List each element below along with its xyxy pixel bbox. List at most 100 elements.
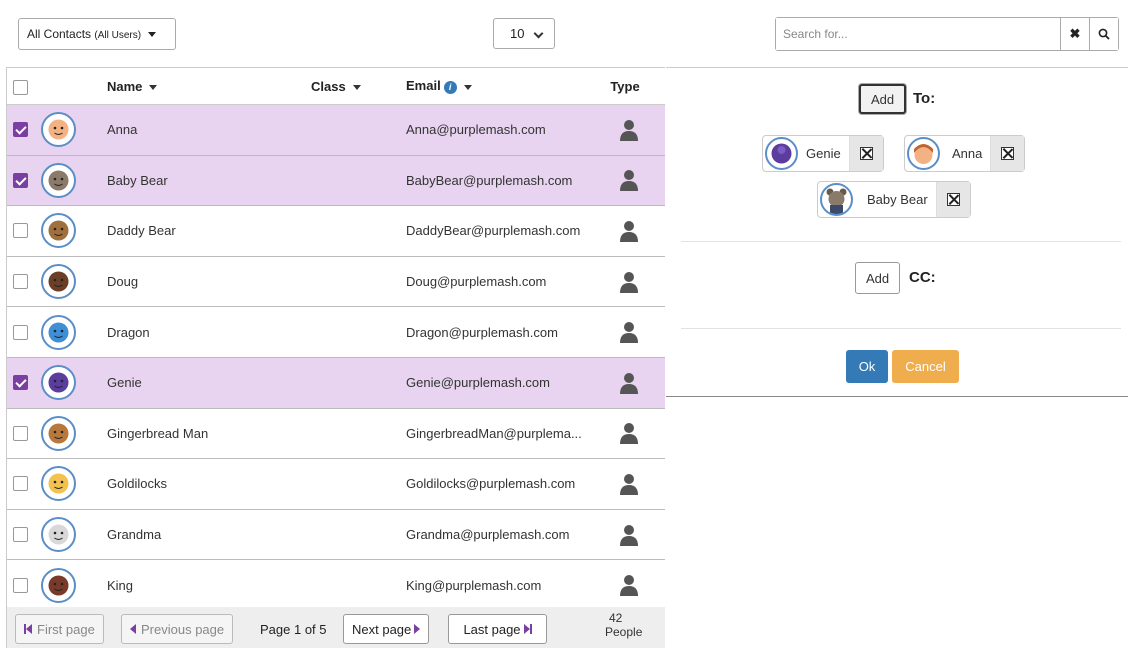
cancel-button[interactable]: Cancel (892, 350, 959, 383)
ok-button[interactable]: Ok (846, 350, 888, 383)
people-count: 42 People (605, 611, 642, 639)
table-body: Anna Anna@purplemash.com Baby Bear BabyBear… (7, 105, 665, 611)
person-icon (615, 321, 643, 344)
row-checkbox[interactable] (13, 172, 28, 188)
people-count-label: People (605, 625, 643, 639)
first-page-button[interactable]: First page (15, 614, 104, 644)
chip-label: Genie (806, 146, 841, 161)
remove-recipient-button[interactable] (935, 182, 970, 217)
avatar (765, 137, 798, 170)
table-row[interactable]: Genie Genie@purplemash.com (7, 357, 665, 409)
row-checkbox[interactable] (13, 274, 28, 290)
triangle-right-icon (414, 624, 421, 634)
avatar (820, 183, 853, 216)
person-icon (615, 271, 643, 293)
contact-email: GingerbreadMan@purplema... (406, 425, 582, 441)
row-checkbox[interactable] (13, 577, 28, 593)
person-icon (615, 169, 643, 192)
info-icon[interactable]: i (443, 80, 457, 94)
table-row[interactable]: King King@purplemash.com (7, 560, 665, 611)
class-column-header[interactable]: Class (311, 79, 361, 94)
boy-avatar (41, 264, 76, 300)
contact-name: Dragon (107, 324, 150, 340)
table-row[interactable]: Goldilocks Goldilocks@purplemash.com (7, 459, 665, 510)
row-checkbox[interactable] (13, 527, 28, 543)
contacts-filter-dropdown[interactable]: All Contacts (All Users) (18, 18, 176, 50)
next-page-button[interactable]: Next page (343, 614, 430, 644)
select-all-checkbox[interactable] (13, 80, 28, 95)
next-page-label: Next page (352, 621, 412, 637)
chip-label: Baby Bear (867, 192, 928, 207)
name-header-label: Name (107, 78, 143, 94)
table-row[interactable]: Doug Doug@purplemash.com (7, 256, 665, 308)
contact-name: Daddy Bear (107, 223, 176, 239)
search-button[interactable] (1089, 18, 1118, 50)
contact-email: Doug@purplemash.com (406, 274, 547, 290)
contact-name: Grandma (107, 527, 162, 543)
contact-name: Genie (107, 375, 142, 391)
table-row[interactable]: Daddy Bear DaddyBear@purplemash.com (7, 206, 665, 257)
table-row[interactable]: Gingerbread Man GingerbreadMan@purplema..… (7, 408, 665, 460)
grandma-avatar (41, 517, 76, 553)
to-label: To: (913, 90, 936, 107)
class-header-label: Class (311, 78, 346, 94)
table-row[interactable]: Grandma Grandma@purplemash.com (7, 509, 665, 561)
toolbar: All Contacts (All Users) 10 ✖ (0, 0, 1128, 66)
last-page-button[interactable]: Last page (448, 614, 547, 644)
table-row[interactable]: Dragon Dragon@purplemash.com (7, 307, 665, 358)
row-checkbox[interactable] (13, 122, 28, 138)
genie-avatar (41, 365, 76, 401)
contact-name: Goldilocks (107, 476, 167, 492)
triangle-left-icon (130, 624, 136, 634)
person-icon (615, 372, 643, 394)
cc-label: CC: (909, 269, 936, 286)
clear-search-button[interactable]: ✖ (1060, 18, 1089, 50)
row-checkbox[interactable] (13, 425, 28, 441)
table-row[interactable]: Anna Anna@purplemash.com (7, 105, 665, 156)
king-avatar (41, 567, 76, 603)
contacts-table: Name Class Email i Type Anna Anna@purplema… (6, 67, 665, 611)
first-page-label: First page (37, 621, 95, 637)
pagination-bar: First page Previous page Page 1 of 5 Nex… (6, 607, 665, 648)
remove-recipient-button[interactable] (848, 136, 883, 171)
remove-recipient-button[interactable] (990, 136, 1025, 171)
sort-caret-icon (463, 84, 472, 90)
search-input[interactable] (776, 18, 1060, 50)
recipients-panel: Add To: Genie Anna Baby Bear Add CC: Ok … (666, 67, 1128, 397)
table-row[interactable]: Baby Bear BabyBear@purplemash.com (7, 155, 665, 207)
page-size-value: 10 (510, 26, 525, 41)
last-page-icon (529, 624, 532, 634)
person-icon (615, 422, 643, 445)
name-column-header[interactable]: Name (107, 78, 158, 94)
last-page-label: Last page (463, 621, 521, 637)
email-column-header[interactable]: Email i (406, 78, 604, 94)
row-checkbox[interactable] (13, 476, 28, 492)
contact-email: Grandma@purplemash.com (406, 527, 570, 543)
search-icon (1098, 28, 1110, 40)
row-checkbox[interactable] (13, 223, 28, 239)
contact-name: Doug (107, 274, 139, 290)
dragon-avatar (41, 314, 76, 350)
girl-avatar (41, 112, 76, 148)
row-checkbox[interactable] (13, 324, 28, 340)
page-size-select[interactable]: 10 (493, 18, 555, 49)
type-column-header: Type (610, 78, 640, 94)
contact-name: Anna (107, 122, 138, 138)
bear-avatar (41, 162, 76, 198)
row-checkbox[interactable] (13, 375, 28, 391)
add-cc-button[interactable]: Add (855, 262, 901, 294)
contact-email: King@purplemash.com (406, 577, 542, 593)
table-header: Name Class Email i Type (7, 68, 665, 105)
triangle-left-icon (26, 624, 32, 634)
sort-caret-icon (149, 84, 158, 90)
page-status: Page 1 of 5 (260, 622, 327, 637)
email-header-label: Email (406, 78, 441, 94)
contact-email: Dragon@purplemash.com (406, 324, 558, 340)
person-icon (615, 524, 643, 546)
chip-label: Anna (952, 146, 983, 161)
add-to-button[interactable]: Add (859, 84, 907, 114)
previous-page-button[interactable]: Previous page (121, 614, 234, 644)
divider (681, 328, 1121, 329)
person-icon (615, 473, 643, 495)
recipient-chip-anna: Anna (904, 135, 1026, 172)
